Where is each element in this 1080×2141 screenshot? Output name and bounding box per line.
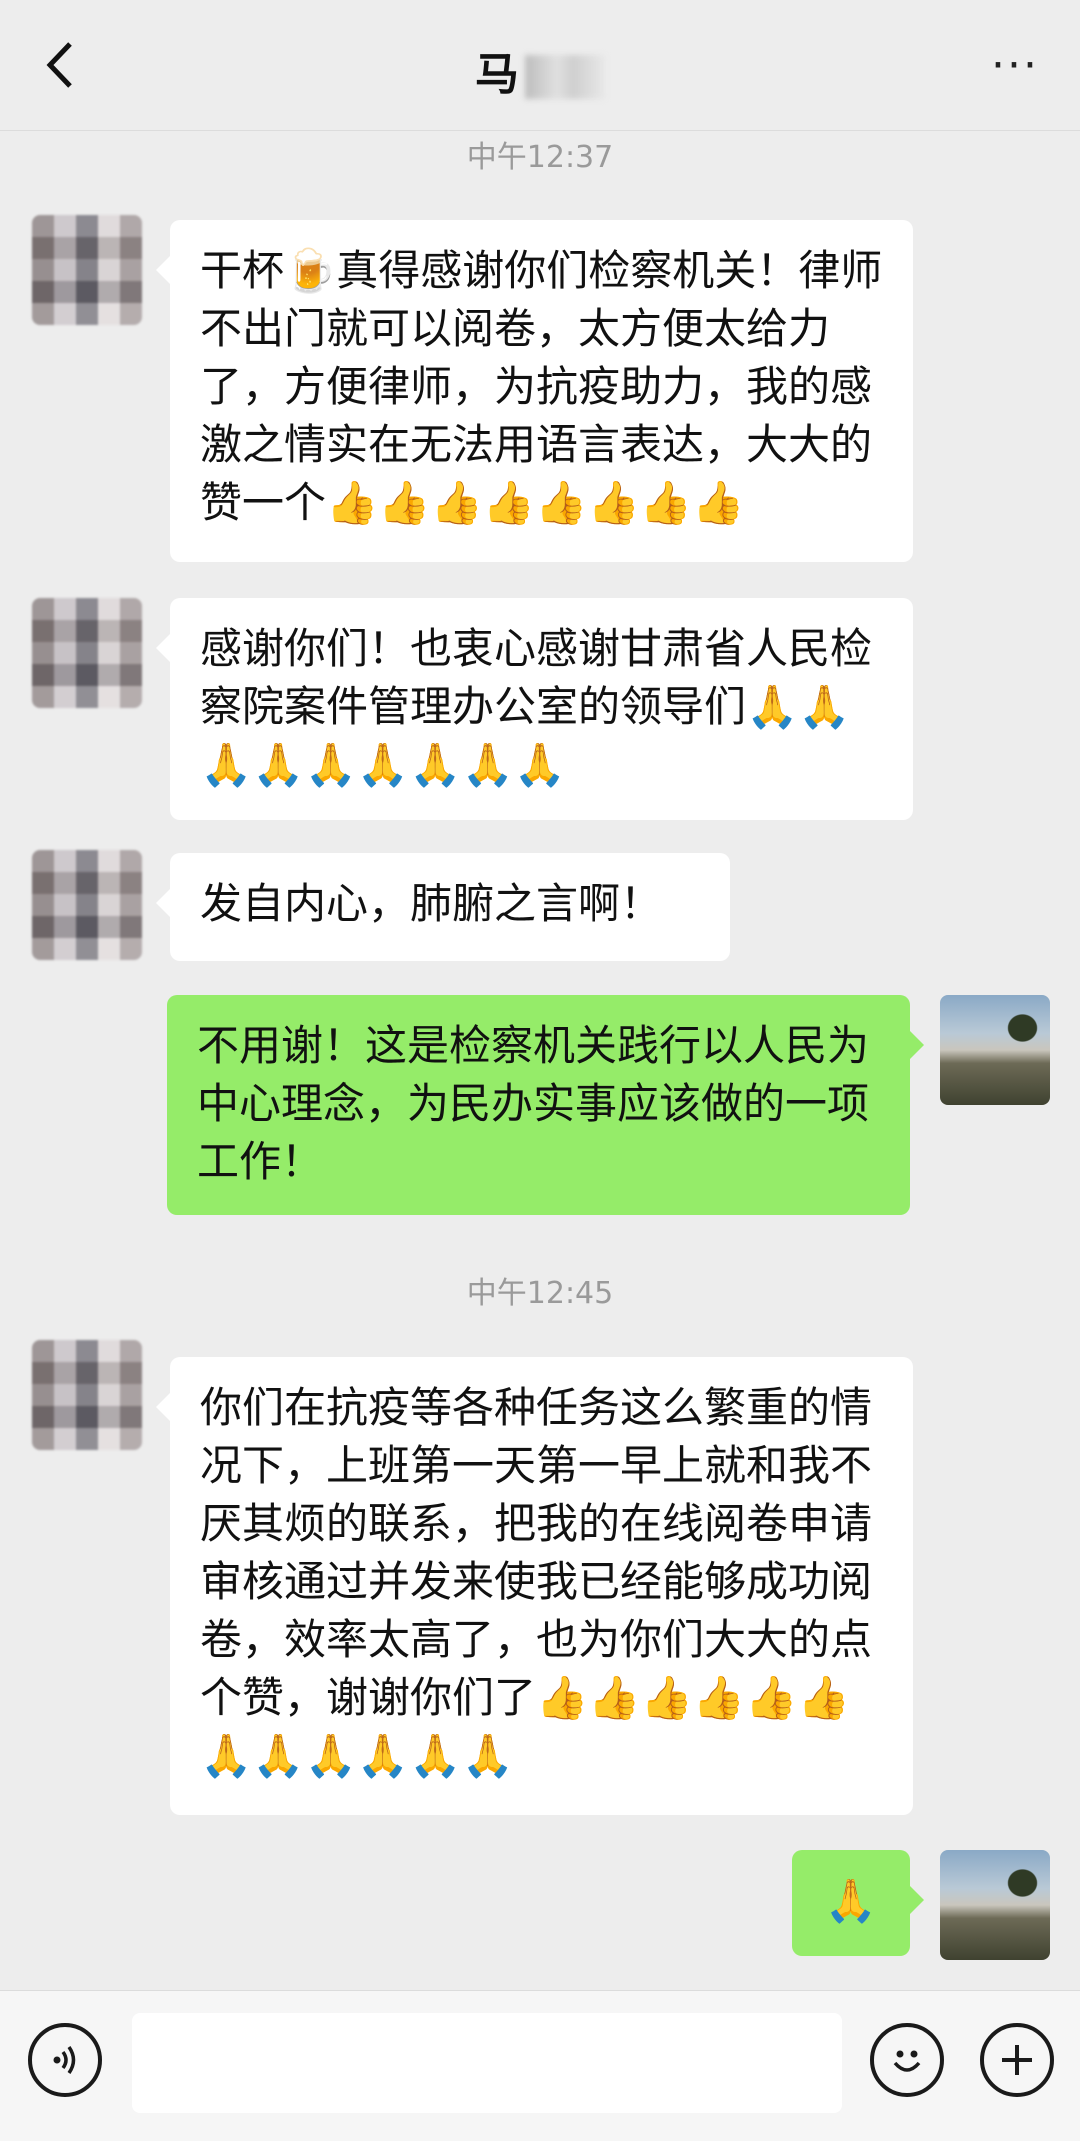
message-bubble-sent[interactable]: 🙏: [792, 1850, 924, 1956]
contact-avatar[interactable]: [32, 215, 142, 325]
input-bar: [0, 1990, 1080, 2141]
chat-header: 马 ···: [0, 0, 1080, 131]
message-text: 感谢你们！也衷心感谢甘肃省人民检察院案件管理办公室的领导们🙏🙏🙏🙏🙏🙏🙏🙏🙏: [200, 624, 873, 789]
message-text: 干杯🍺真得感谢你们检察机关！律师不出门就可以阅卷，太方便太给力了，方便律师，为抗…: [200, 246, 883, 527]
my-avatar[interactable]: [940, 1850, 1050, 1960]
message-bubble-received[interactable]: 你们在抗疫等各种任务这么繁重的情况下，上班第一天第一早上就和我不厌其烦的联系，把…: [156, 1357, 913, 1815]
emoji-button[interactable]: [870, 2023, 944, 2097]
smiley-icon: [893, 2050, 921, 2072]
contact-avatar[interactable]: [32, 1340, 142, 1450]
voice-button[interactable]: [28, 2023, 102, 2097]
more-functions-button[interactable]: [980, 2023, 1054, 2097]
message-text: 发自内心，肺腑之言啊！: [200, 879, 663, 928]
chat-title: 马: [475, 49, 521, 100]
my-avatar[interactable]: [940, 995, 1050, 1105]
contact-avatar[interactable]: [32, 598, 142, 708]
contact-avatar[interactable]: [32, 850, 142, 960]
message-text: 🙏: [824, 1876, 878, 1925]
message-bubble-sent[interactable]: 不用谢！这是检察机关践行以人民为中心理念，为民办实事应该做的一项工作！: [167, 995, 924, 1215]
more-icon: ···: [991, 39, 1039, 91]
chat-title-wrap: 马: [0, 38, 1080, 102]
message-bubble-received[interactable]: 感谢你们！也衷心感谢甘肃省人民检察院案件管理办公室的领导们🙏🙏🙏🙏🙏🙏🙏🙏🙏: [156, 598, 913, 820]
more-options-button[interactable]: ···: [980, 39, 1050, 91]
timestamp: 中午12:37: [466, 140, 614, 175]
message-bubble-received[interactable]: 干杯🍺真得感谢你们检察机关！律师不出门就可以阅卷，太方便太给力了，方便律师，为抗…: [156, 220, 913, 562]
plus-icon: [1002, 2045, 1032, 2075]
timestamp: 中午12:45: [466, 1276, 614, 1311]
message-input[interactable]: [132, 2013, 842, 2113]
message-bubble-received[interactable]: 发自内心，肺腑之言啊！: [156, 853, 730, 961]
message-text: 不用谢！这是检察机关践行以人民为中心理念，为民办实事应该做的一项工作！: [197, 1021, 870, 1186]
message-text: 你们在抗疫等各种任务这么繁重的情况下，上班第一天第一早上就和我不厌其烦的联系，把…: [200, 1383, 873, 1780]
voice-icon: [53, 2046, 76, 2074]
redacted-name: [525, 55, 605, 99]
